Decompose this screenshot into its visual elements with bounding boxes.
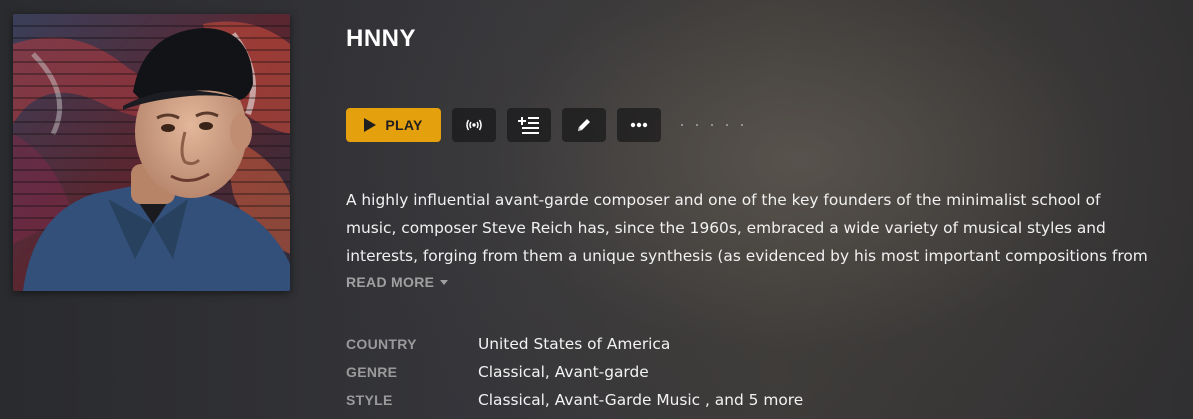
metadata-value[interactable]: Classical, Avant-garde <box>478 363 649 381</box>
edit-pencil-icon <box>576 117 592 133</box>
edit-button[interactable] <box>562 108 606 142</box>
metadata-label: STYLE <box>346 392 393 408</box>
metadata-label: GENRE <box>346 364 398 380</box>
read-more-button[interactable]: READ MORE <box>346 274 449 290</box>
metadata-row-style: STYLE Classical, Avant-Garde Music , and… <box>346 386 803 414</box>
artist-name-title: HNNY <box>346 25 417 52</box>
radio-button[interactable] <box>452 108 496 142</box>
metadata-value[interactable]: Classical, Avant-Garde Music , and 5 mor… <box>478 391 803 409</box>
summary-line: A highly influential avant-garde compose… <box>346 191 1101 209</box>
metadata-table: COUNTRY United States of America GENRE C… <box>346 330 803 414</box>
add-to-playlist-button[interactable] <box>507 108 551 142</box>
read-more-label: READ MORE <box>346 274 435 290</box>
rating-dot-5[interactable] <box>741 124 743 126</box>
metadata-value[interactable]: United States of America <box>478 335 670 353</box>
artist-photo <box>13 14 290 291</box>
summary-line: interests, forging from them a unique sy… <box>346 247 1148 265</box>
rating-dot-2[interactable] <box>696 124 698 126</box>
action-toolbar: PLAY <box>346 108 743 142</box>
rating-dot-3[interactable] <box>711 124 713 126</box>
rating-dot-4[interactable] <box>726 124 728 126</box>
add-to-playlist-icon <box>518 116 540 134</box>
more-options-icon <box>630 122 648 128</box>
artist-summary: A highly influential avant-garde compose… <box>346 186 1176 270</box>
play-button[interactable]: PLAY <box>346 108 441 142</box>
rating-dots[interactable] <box>681 108 743 142</box>
metadata-label: COUNTRY <box>346 336 417 352</box>
more-options-button[interactable] <box>617 108 661 142</box>
play-button-label: PLAY <box>385 117 423 133</box>
metadata-row-genre: GENRE Classical, Avant-garde <box>346 358 803 386</box>
summary-line: music, composer Steve Reich has, since t… <box>346 219 1106 237</box>
caret-down-icon <box>440 279 449 285</box>
rating-dot-1[interactable] <box>681 124 683 126</box>
radio-icon <box>465 118 483 132</box>
metadata-row-country: COUNTRY United States of America <box>346 330 803 358</box>
play-icon <box>364 118 377 132</box>
